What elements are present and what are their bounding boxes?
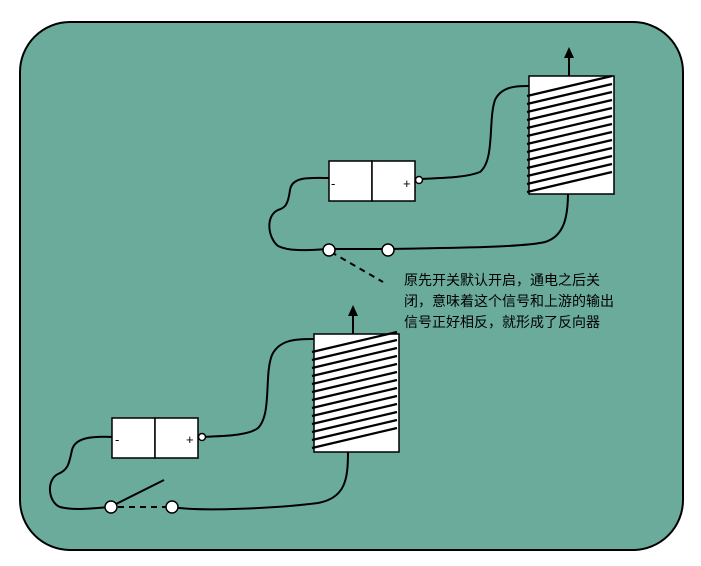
bottom-battery-positive-label: + (186, 432, 194, 447)
bottom-battery-negative-label: - (115, 432, 119, 447)
annotation-line: 闭，意味着这个信号和上游的输出 (404, 294, 614, 310)
top-switch-contact-left (322, 243, 336, 257)
top-switch-contact-right (381, 243, 395, 257)
annotation-line: 信号正好相反，就形成了反向器 (404, 315, 600, 331)
annotation-text: 原先开关默认开启，通电之后关 闭，意味着这个信号和上游的输出 信号正好相反，就形… (404, 271, 694, 334)
bottom-switch-contact-right (165, 500, 179, 514)
bottom-switch-contact-left (104, 500, 118, 514)
annotation-line: 原先开关默认开启，通电之后关 (404, 273, 600, 289)
bottom-solenoid (311, 330, 400, 453)
top-solenoid (526, 74, 615, 195)
top-battery-positive-label: + (403, 176, 411, 191)
top-battery-negative-label: - (331, 176, 335, 191)
